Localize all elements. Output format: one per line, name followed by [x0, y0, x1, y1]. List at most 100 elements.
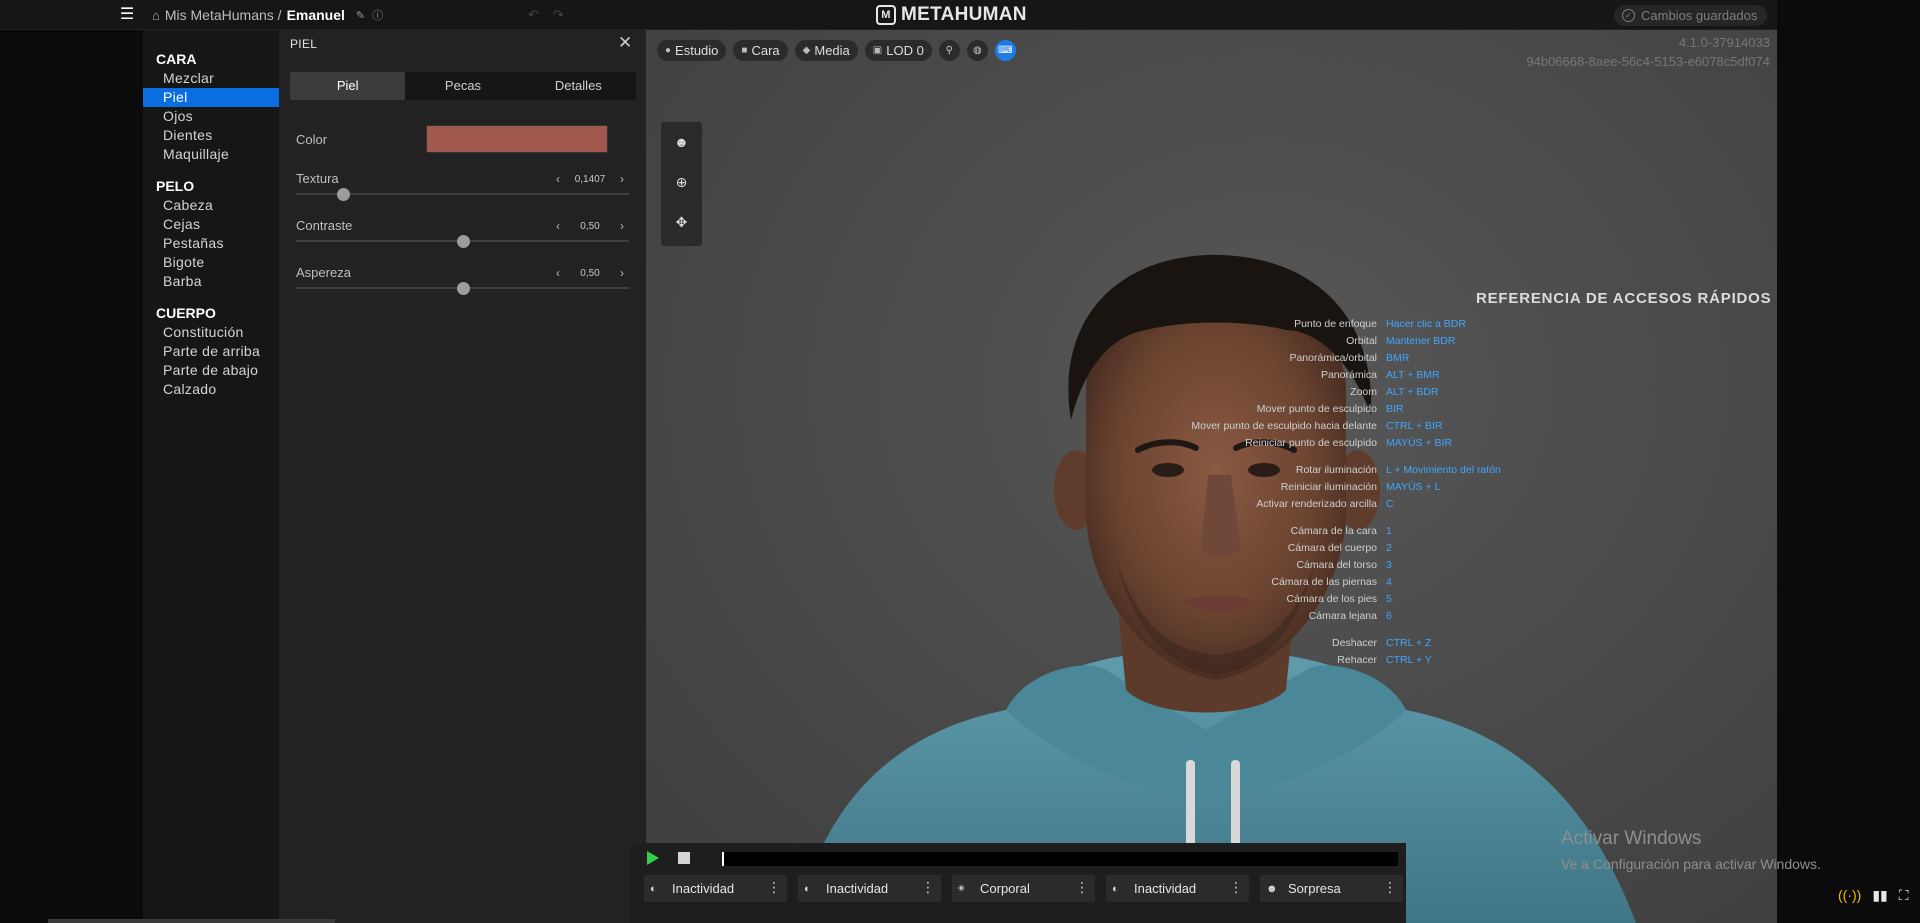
shortcut-keys: 2: [1386, 542, 1392, 554]
playhead[interactable]: [722, 852, 724, 866]
nav-item-cejas[interactable]: Cejas: [143, 215, 279, 234]
viewport-toolbar: ● Estudio ■ Cara ◆ Media ▣ LOD 0 ⚲ ◍ ⌨: [657, 40, 1016, 61]
shortcut-row: Panorámica ALT + BMR: [1226, 368, 1777, 382]
play-icon[interactable]: [647, 851, 659, 865]
nav-item-parte-de-abajo[interactable]: Parte de abajo: [143, 361, 279, 380]
textura-value[interactable]: 0,1407: [575, 174, 606, 185]
more-options-icon[interactable]: ⋮: [767, 879, 781, 896]
chevron-left-icon[interactable]: ‹: [551, 172, 565, 186]
nav-item-cabeza[interactable]: Cabeza: [143, 196, 279, 215]
nav-item-mezclar[interactable]: Mezclar: [143, 69, 279, 88]
quality-medium-button[interactable]: ◆ Media: [794, 40, 858, 61]
nav-item-calzado[interactable]: Calzado: [143, 380, 279, 399]
shortcut-keys: ALT + BMR: [1386, 369, 1440, 381]
tab-pecas[interactable]: Pecas: [405, 72, 520, 100]
fullscreen-icon[interactable]: ⛶: [1899, 887, 1909, 904]
3d-viewport[interactable]: ● Estudio ■ Cara ◆ Media ▣ LOD 0 ⚲ ◍ ⌨ 4.1.0…: [646, 30, 1777, 923]
activation-title: Activar Windows: [1561, 828, 1702, 849]
aspereza-stepper[interactable]: ‹ 0,50 ›: [551, 265, 629, 281]
contraste-slider-knob[interactable]: [456, 235, 470, 248]
nav-item-constitucion[interactable]: Constitución: [143, 323, 279, 342]
nav-item-barba[interactable]: Barba: [143, 272, 279, 291]
bar-chart-icon[interactable]: ▮▮: [1872, 887, 1887, 904]
contraste-stepper[interactable]: ‹ 0,50 ›: [551, 218, 629, 234]
more-options-icon[interactable]: ⋮: [1075, 879, 1089, 896]
clay-render-icon[interactable]: ◍: [966, 40, 988, 61]
shortcut-keys: MAYÚS + BIR: [1386, 437, 1453, 449]
shortcut-keys: 5: [1386, 593, 1392, 605]
sculpt-tool-icon[interactable]: ⊕: [661, 162, 702, 202]
hamburger-menu-icon[interactable]: ☰: [118, 6, 136, 24]
move-tool-icon[interactable]: ✥: [661, 202, 702, 242]
slider-label-contraste: Contraste: [296, 218, 353, 233]
breadcrumb-root[interactable]: Mis MetaHumans /: [165, 7, 282, 23]
animation-slot-4[interactable]: ◐ Inactividad ⋮: [1106, 875, 1249, 902]
color-label: Color: [296, 132, 328, 147]
metahuman-logo: M METAHUMAN: [876, 4, 1027, 26]
textura-stepper[interactable]: ‹ 0,1407 ›: [551, 171, 629, 187]
keyboard-shortcuts-icon[interactable]: ⌨: [994, 40, 1016, 61]
chevron-right-icon[interactable]: ›: [615, 266, 629, 280]
aspereza-slider[interactable]: [296, 282, 629, 295]
tab-piel[interactable]: Piel: [290, 72, 406, 100]
chevron-right-icon[interactable]: ›: [615, 172, 629, 186]
edit-name-icon[interactable]: ✎: [356, 9, 365, 22]
aspereza-value[interactable]: 0,50: [580, 268, 599, 279]
shortcut-keys: Hacer clic a BDR: [1386, 318, 1466, 330]
horizontal-scrollbar[interactable]: [48, 919, 335, 923]
chevron-right-icon[interactable]: ›: [615, 219, 629, 233]
more-options-icon[interactable]: ⋮: [1383, 879, 1397, 896]
chevron-left-icon[interactable]: ‹: [551, 266, 565, 280]
nav-item-maquillaje[interactable]: Maquillaje: [143, 145, 279, 164]
more-options-icon[interactable]: ⋮: [1229, 879, 1243, 896]
breadcrumb: ⌂ Mis MetaHumans / Emanuel ✎ ⓘ: [152, 7, 383, 23]
metahuman-logo-icon: M: [876, 5, 896, 25]
head-move-icon[interactable]: ☻: [661, 122, 702, 162]
tab-detalles[interactable]: Detalles: [521, 72, 636, 100]
help-icon[interactable]: ⓘ: [372, 7, 383, 23]
skin-color-swatch[interactable]: [426, 125, 608, 153]
nav-item-piel[interactable]: Piel: [143, 88, 279, 107]
more-options-icon[interactable]: ⋮: [921, 879, 935, 896]
animation-slot-5[interactable]: ☻ Sorpresa ⋮: [1260, 875, 1403, 902]
contraste-slider[interactable]: [296, 235, 629, 248]
shortcut-row: Rehacer CTRL + Y: [1226, 653, 1777, 667]
nav-item-bigote[interactable]: Bigote: [143, 253, 279, 272]
shortcut-keys: Mantener BDR: [1386, 335, 1456, 347]
windows-activation-watermark: Activar Windows Ve a Configuración para …: [1561, 828, 1821, 872]
sculpt-tools: ☻ ⊕ ✥: [661, 122, 702, 246]
nav-item-dientes[interactable]: Dientes: [143, 126, 279, 145]
shortcut-keys: 6: [1386, 610, 1392, 622]
broadcast-icon[interactable]: ((·)): [1838, 887, 1861, 904]
shortcut-action: Activar renderizado arcilla: [1256, 498, 1377, 510]
close-icon[interactable]: ✕: [618, 33, 632, 53]
nav-item-ojos[interactable]: Ojos: [143, 107, 279, 126]
animation-slot-2[interactable]: ◐ Inactividad ⋮: [798, 875, 941, 902]
animation-slot-1[interactable]: ◐ Inactividad ⋮: [644, 875, 787, 902]
animation-slot-3[interactable]: ⚹ Corporal ⋮: [952, 875, 1095, 902]
contraste-value[interactable]: 0,50: [580, 221, 599, 232]
app-window: ☰ ⌂ Mis MetaHumans / Emanuel ✎ ⓘ ↶ ↷ M M…: [0, 0, 1920, 923]
link-icon[interactable]: ⚲: [938, 40, 960, 61]
shortcut-row: Punto de enfoque Hacer clic a BDR: [1226, 317, 1777, 331]
panel-title: PIEL: [290, 37, 318, 51]
textura-slider-knob[interactable]: [336, 188, 350, 201]
lighting-studio-button[interactable]: ● Estudio: [657, 40, 727, 61]
shortcut-action: Punto de enfoque: [1294, 318, 1377, 330]
skin-tabs: Piel Pecas Detalles: [290, 72, 636, 100]
stop-icon[interactable]: [678, 852, 690, 864]
aspereza-slider-knob[interactable]: [456, 282, 470, 295]
playback-bar: [630, 843, 1406, 873]
textura-slider[interactable]: [296, 188, 629, 201]
undo-icon[interactable]: ↶: [528, 7, 539, 23]
shortcut-row: Cámara de las piernas 4: [1226, 575, 1777, 589]
lod-button[interactable]: ▣ LOD 0: [864, 40, 932, 61]
timeline-scrubber[interactable]: [722, 852, 1398, 866]
redo-icon[interactable]: ↷: [553, 7, 564, 23]
shortcut-action: Zoom: [1350, 386, 1377, 398]
camera-face-button[interactable]: ■ Cara: [733, 40, 788, 61]
nav-item-pestanas[interactable]: Pestañas: [143, 234, 279, 253]
home-icon[interactable]: ⌂: [152, 8, 160, 23]
nav-item-parte-de-arriba[interactable]: Parte de arriba: [143, 342, 279, 361]
chevron-left-icon[interactable]: ‹: [551, 219, 565, 233]
